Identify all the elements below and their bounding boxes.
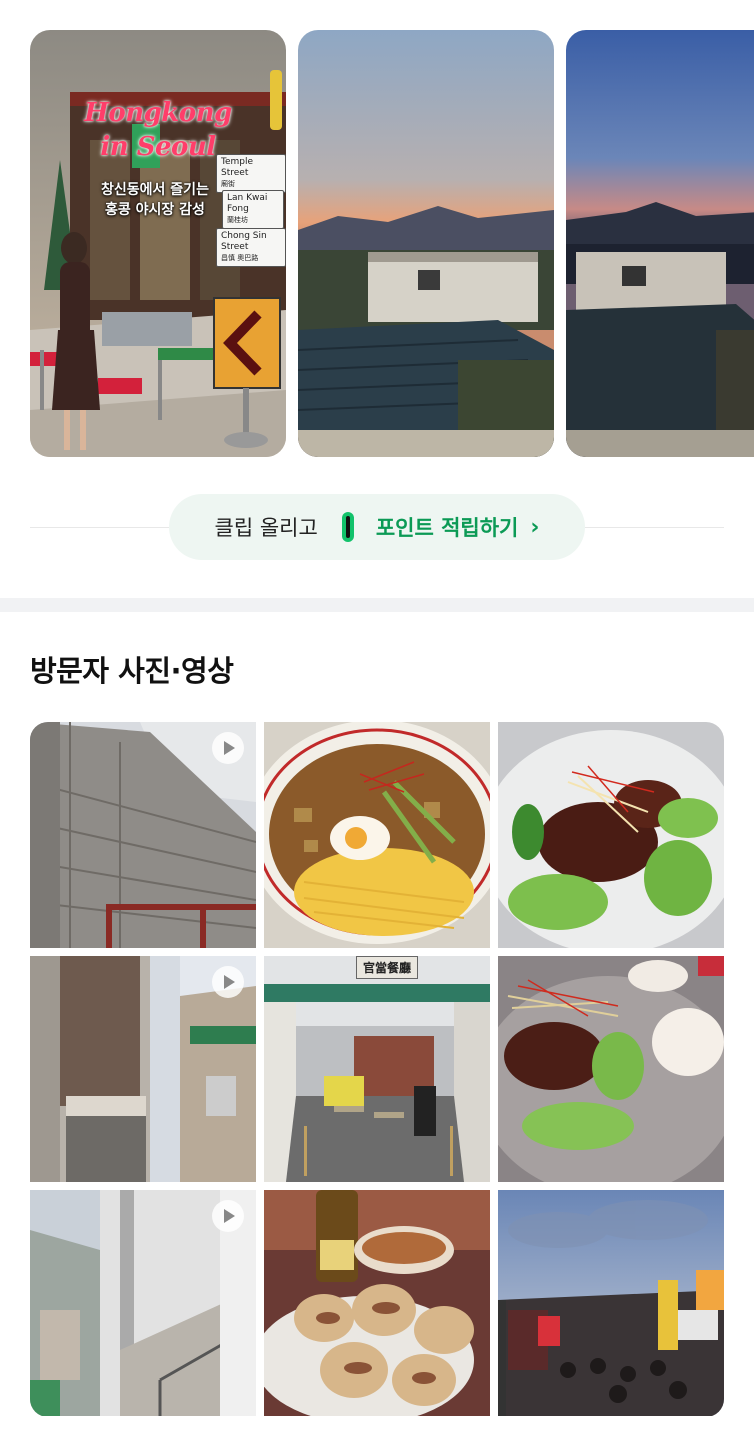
- street-sign-temple: Temple Street 廟街: [216, 154, 286, 193]
- clip-card-hongkong[interactable]: Hongkong in Seoul 창신동에서 즐기는 홍콩 야시장 감성 Te…: [30, 30, 286, 457]
- media-tile-video-alley[interactable]: [30, 956, 256, 1182]
- media-thumbnail: [264, 956, 490, 1182]
- play-icon: [212, 732, 244, 764]
- media-thumbnail: [498, 956, 724, 1182]
- play-icon: [212, 966, 244, 998]
- media-thumbnail: [498, 1190, 724, 1416]
- media-thumbnail: [498, 722, 724, 948]
- divider-line: [584, 527, 724, 528]
- media-tile-photo-braised-pork[interactable]: [498, 722, 724, 948]
- street-sign-lan-kwai-fong: Lan Kwai Fong 蘭桂坊: [222, 190, 284, 229]
- clip-overlay-title-line1: Hongkong: [84, 98, 232, 128]
- street-sign-zh: 廟街: [221, 180, 235, 188]
- clip-upload-cta-row: 클립 올리고 포인트 적립하기 ›: [30, 494, 724, 560]
- play-icon: [212, 1200, 244, 1232]
- street-sign-zh: 蘭桂坊: [227, 216, 248, 224]
- media-tile-photo-pork-buns[interactable]: [498, 956, 724, 1182]
- restaurant-signboard: 官當餐廳: [356, 956, 419, 979]
- media-tile-video-fortress-wall[interactable]: [30, 722, 256, 948]
- media-thumbnail: [264, 1190, 490, 1416]
- section-divider: [0, 598, 754, 612]
- media-tile-photo-restaurant-entrance[interactable]: 官當餐廳: [264, 956, 490, 1182]
- clip-thumbnail: [566, 30, 754, 457]
- street-sign-en: Lan Kwai Fong: [227, 193, 268, 214]
- clip-carousel[interactable]: Hongkong in Seoul 창신동에서 즐기는 홍콩 야시장 감성 Te…: [0, 0, 754, 480]
- earn-points-button[interactable]: 클립 올리고 포인트 적립하기 ›: [169, 494, 585, 560]
- clip-thumbnail: [298, 30, 554, 457]
- media-thumbnail: [264, 722, 490, 948]
- clip-card-sunset-rooftop[interactable]: [298, 30, 554, 457]
- street-sign-en: Chong Sin Street: [221, 231, 267, 252]
- clip-overlay-subtitle-line2: 홍콩 야시장 감성: [105, 202, 205, 218]
- cta-highlight-text: 포인트 적립하기: [375, 516, 519, 540]
- divider-line: [30, 527, 170, 528]
- clip-card-dusk-rooftop[interactable]: [566, 30, 754, 457]
- media-tile-video-stairway[interactable]: [30, 1190, 256, 1416]
- clip-icon: [341, 512, 354, 542]
- visitor-media-grid: 官當餐廳: [30, 722, 724, 1417]
- street-sign-zh: 昌慎 奧巴路: [221, 254, 259, 262]
- street-sign-chong-sin: Chong Sin Street 昌慎 奧巴路: [216, 228, 286, 267]
- clip-overlay-subtitle-line1: 창신동에서 즐기는: [101, 182, 209, 198]
- chevron-right-icon: ›: [530, 514, 540, 540]
- media-tile-photo-dumplings[interactable]: [264, 1190, 490, 1416]
- cta-prefix-text: 클립 올리고: [214, 516, 318, 540]
- media-tile-photo-night-market[interactable]: [498, 1190, 724, 1416]
- street-sign-en: Temple Street: [221, 157, 254, 178]
- media-tile-photo-noodles[interactable]: [264, 722, 490, 948]
- section-title: 방문자 사진·영상: [30, 654, 234, 688]
